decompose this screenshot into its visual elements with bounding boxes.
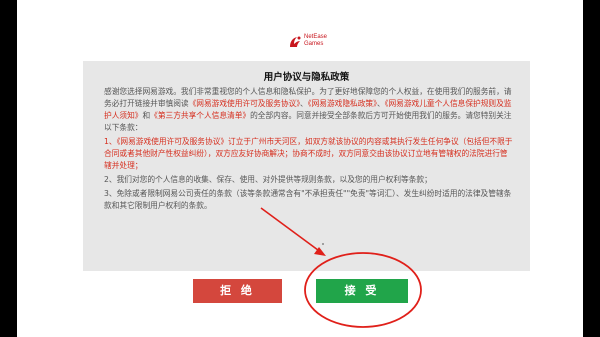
separator: 、: [376, 99, 385, 108]
agreement-panel[interactable]: 用户协议与隐私政策 感谢您选择网易游戏。我们非常重视您的个人信息和隐私保护。为了…: [83, 61, 530, 271]
clause-item-2: 2、我们对您的个人信息的收集、保存、使用、对外提供等规则条款，以及您的用户权利等…: [104, 175, 432, 184]
third-party-sharing-link[interactable]: 《第三方共享个人信息清单》: [150, 111, 250, 120]
logo-line2: Games: [304, 41, 324, 47]
logo-line1: NetEase: [304, 34, 328, 40]
separator: 和: [142, 111, 151, 120]
separator: 、: [300, 99, 308, 108]
service-agreement-link[interactable]: 《网易游戏使用许可及服务协议》: [189, 99, 300, 108]
netease-games-logo: NetEase Games: [288, 34, 348, 54]
netease-logo-icon: [290, 36, 301, 47]
privacy-policy-link[interactable]: 《网易游戏隐私政策》: [308, 99, 377, 108]
dialog-title: 用户协议与隐私政策: [263, 72, 350, 83]
cursor-dot: [322, 243, 324, 245]
clause-item-3: 3、免除或者限制网易公司责任的条款（该等条款通常含有"不承担责任""免责"等词汇…: [104, 189, 512, 210]
accept-button[interactable]: 接 受: [316, 279, 408, 303]
intro-paragraph: 感谢您选择网易游戏。我们非常重视您的个人信息和隐私保护。为了更好地保障您的个人权…: [104, 86, 514, 134]
clause-item-1: 1、《网易游戏使用许可及服务协议》订立于广州市天河区，如双方就该协议的内容或其执…: [104, 137, 513, 170]
app-screen: NetEase Games 用户协议与隐私政策 感谢您选择网易游戏。我们非常重视…: [17, 0, 583, 337]
agreement-content: 感谢您选择网易游戏。我们非常重视您的个人信息和隐私保护。为了更好地保障您的个人权…: [104, 86, 514, 214]
reject-button[interactable]: 拒 绝: [193, 279, 282, 303]
